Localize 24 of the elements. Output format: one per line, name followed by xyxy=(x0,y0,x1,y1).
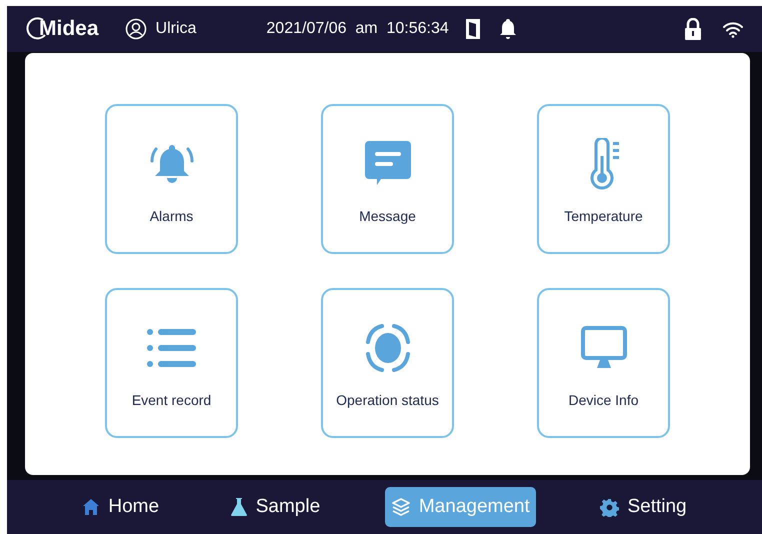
user-icon xyxy=(124,18,147,40)
logo: Midea xyxy=(39,16,99,42)
gear-icon xyxy=(600,498,620,516)
wifi-icon xyxy=(722,20,744,38)
menu-tile[interactable]: Device Info xyxy=(537,288,670,438)
lock-icon xyxy=(684,18,702,40)
monitor-icon xyxy=(580,325,628,371)
menu-tile[interactable]: Temperature xyxy=(537,104,670,254)
nav-tab[interactable]: Home xyxy=(76,487,166,527)
status-icon xyxy=(364,322,412,374)
list-icon xyxy=(146,327,198,369)
bell-icon xyxy=(498,18,517,40)
user-name: Ulrica xyxy=(156,19,196,39)
nav-tab[interactable]: Setting xyxy=(594,487,693,527)
door-icon xyxy=(464,18,481,40)
home-icon xyxy=(82,498,100,516)
menu-tile[interactable]: Event record xyxy=(105,288,238,438)
date-time: 2021/07/06 am 10:56:34 xyxy=(266,19,449,39)
menu-tile[interactable]: Alarms xyxy=(105,104,238,254)
nav-tab[interactable]: Sample xyxy=(224,487,326,527)
flask-icon xyxy=(230,497,248,517)
menu-tile[interactable]: Message xyxy=(321,104,454,254)
menu-tile[interactable]: Operation status xyxy=(321,288,454,438)
layers-icon xyxy=(390,497,411,517)
